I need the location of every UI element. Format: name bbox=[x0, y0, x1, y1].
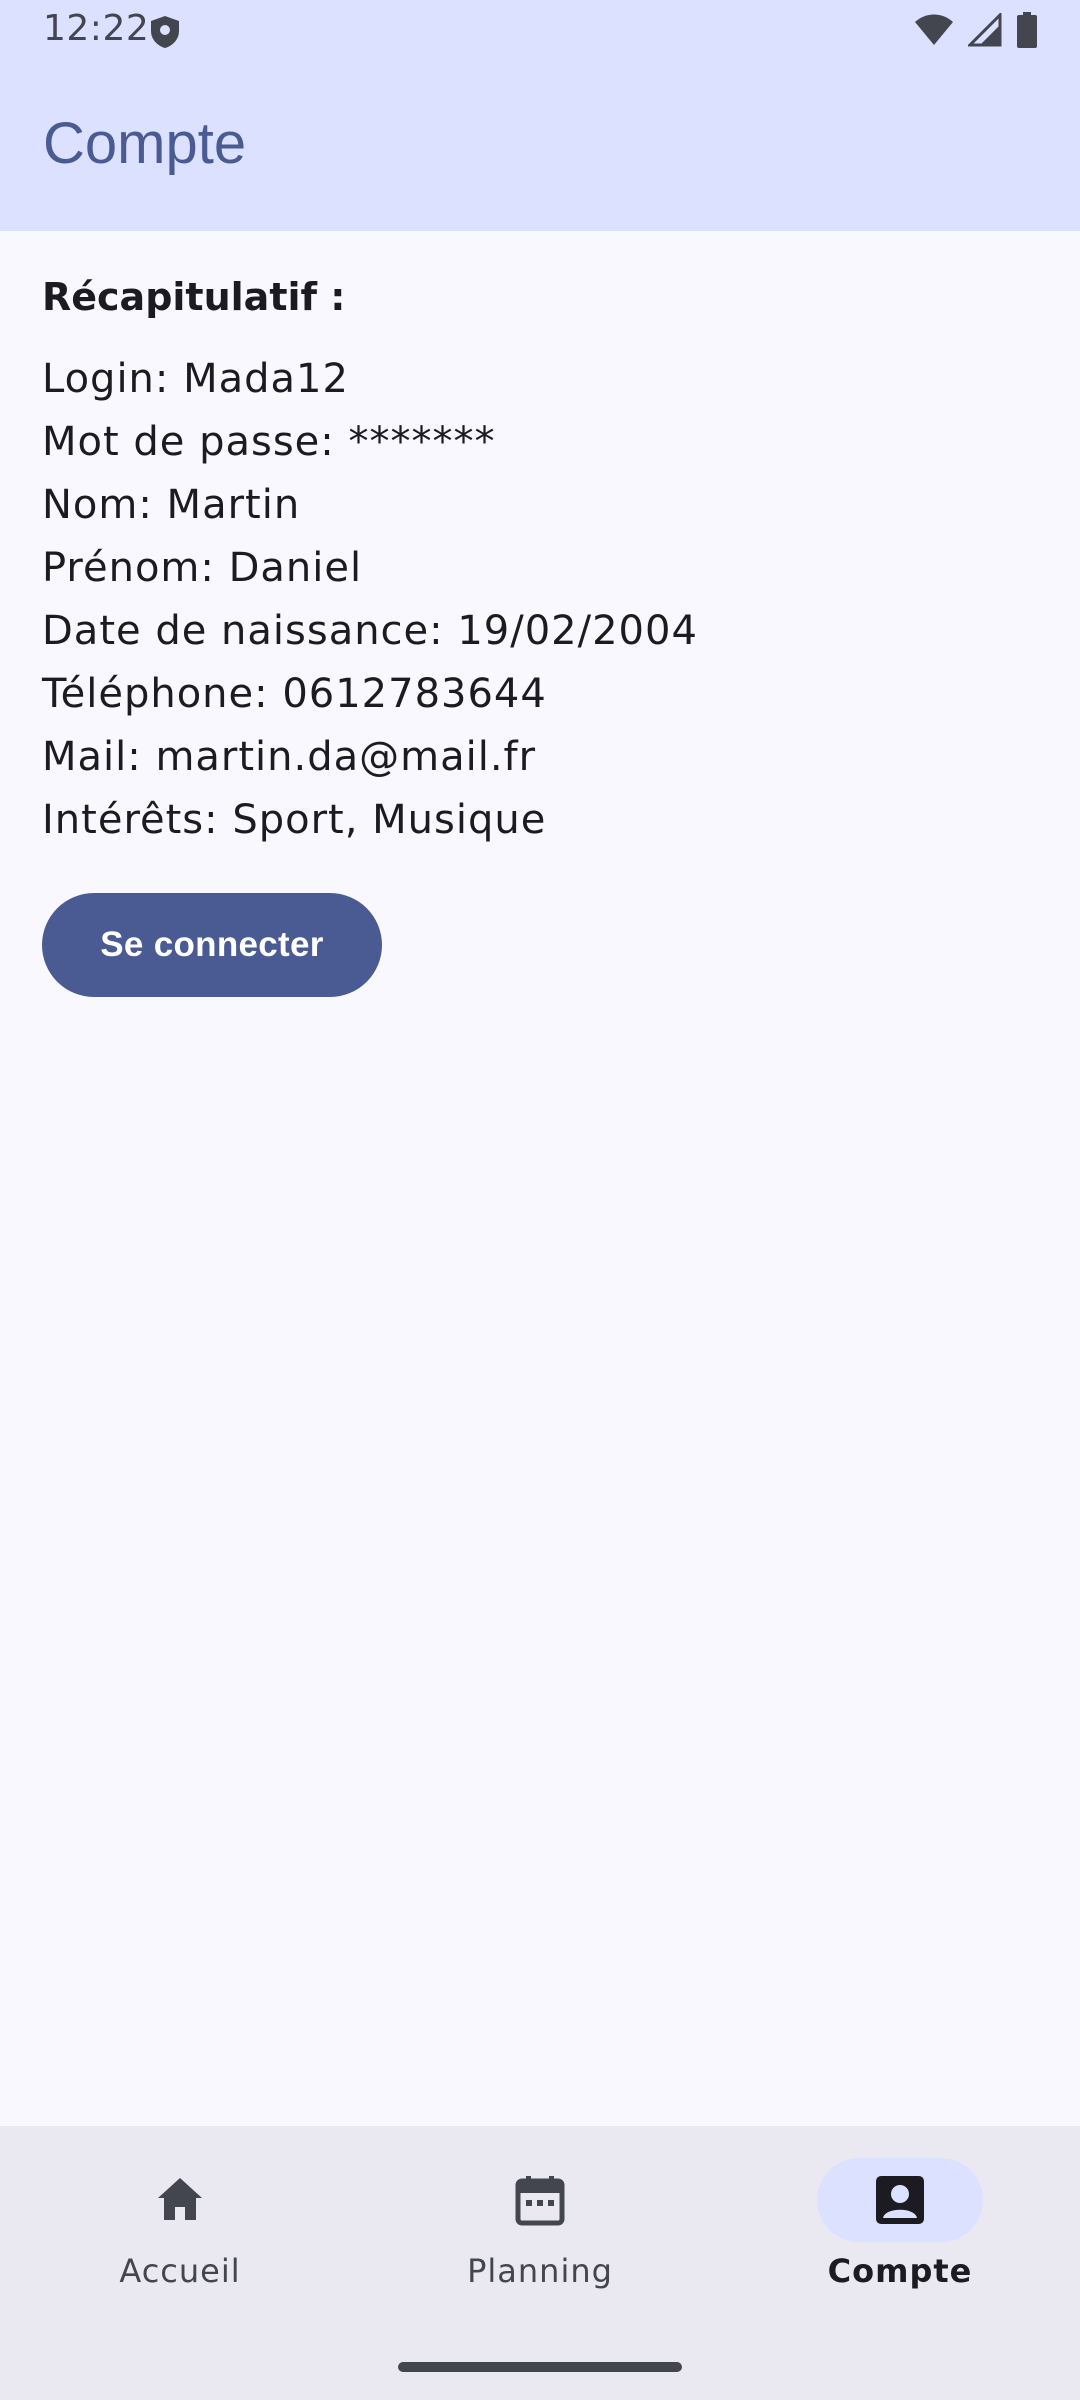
bottom-navigation: Accueil Planning Compte bbox=[0, 2126, 1080, 2400]
status-icons bbox=[914, 12, 1038, 48]
battery-icon bbox=[1017, 12, 1037, 48]
calendar-icon bbox=[515, 2176, 565, 2226]
nav-item-accueil[interactable]: Accueil bbox=[0, 2126, 360, 2326]
status-bar: 12:22 bbox=[0, 0, 1080, 62]
interests-line: Intérêts: Sport, Musique bbox=[42, 797, 547, 843]
signal-icon bbox=[968, 13, 1002, 47]
nav-label-planning: Planning bbox=[467, 2252, 613, 2290]
phone-line: Téléphone: 0612783644 bbox=[42, 671, 547, 717]
status-time: 12:22 bbox=[43, 8, 150, 49]
nav-label-accueil: Accueil bbox=[119, 2252, 241, 2290]
birth-date-line: Date de naissance: 19/02/2004 bbox=[42, 608, 698, 654]
nav-label-compte: Compte bbox=[827, 2252, 973, 2290]
nav-item-planning[interactable]: Planning bbox=[360, 2126, 720, 2326]
nav-item-compte[interactable]: Compte bbox=[720, 2126, 1080, 2326]
password-line: Mot de passe: ******* bbox=[42, 419, 496, 465]
email-line: Mail: martin.da@mail.fr bbox=[42, 734, 537, 780]
account-box-icon bbox=[876, 2176, 924, 2224]
wifi-icon bbox=[915, 14, 953, 45]
last-name-line: Nom: Martin bbox=[42, 482, 301, 528]
summary-list: Login: Mada12 Mot de passe: ******* Nom:… bbox=[42, 348, 1042, 852]
connect-button[interactable]: Se connecter bbox=[42, 893, 382, 997]
top-app-area: 12:22 Compte bbox=[0, 0, 1080, 231]
account-summary: Récapitulatif : Login: Mada12 Mot de pas… bbox=[42, 272, 1042, 852]
home-icon bbox=[158, 2178, 202, 2220]
shield-icon bbox=[151, 16, 179, 48]
gesture-handle bbox=[398, 2362, 682, 2372]
page-title: Compte bbox=[43, 111, 247, 176]
summary-heading: Récapitulatif : bbox=[42, 275, 346, 319]
login-line: Login: Mada12 bbox=[42, 356, 349, 402]
first-name-line: Prénom: Daniel bbox=[42, 545, 363, 591]
